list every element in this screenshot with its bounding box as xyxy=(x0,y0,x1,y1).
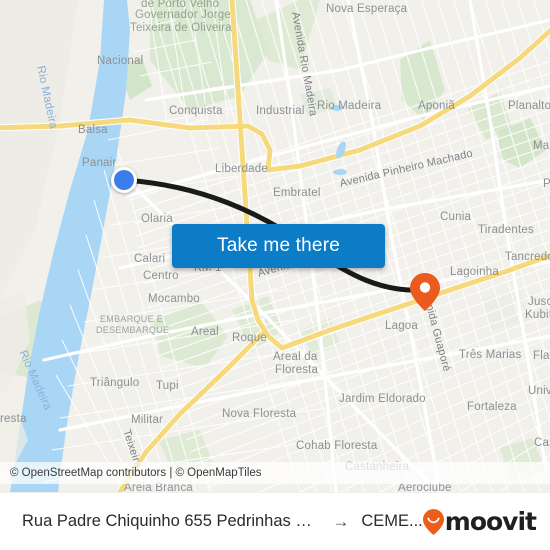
moovit-logo[interactable]: moovit xyxy=(422,507,537,536)
map-canvas[interactable]: de Porto Velho Governador Jorge Teixeira d… xyxy=(0,0,550,492)
origin-dot-icon[interactable] xyxy=(111,167,137,193)
attribution-text: © OpenStreetMap contributors | © OpenMap… xyxy=(10,467,262,479)
moovit-wordmark: moovit xyxy=(444,507,537,536)
moovit-map-screen: de Porto Velho Governador Jorge Teixeira d… xyxy=(0,0,550,550)
map-attribution: © OpenStreetMap contributors | © OpenMap… xyxy=(0,462,550,484)
route-origin-label: Rua Padre Chiquinho 655 Pedrinhas Port..… xyxy=(22,512,323,530)
map-pin-icon[interactable] xyxy=(410,273,440,311)
bottom-route-bar: Rua Padre Chiquinho 655 Pedrinhas Port..… xyxy=(0,492,550,550)
arrow-right-icon: → xyxy=(332,511,350,531)
moovit-pin-smile-icon xyxy=(422,508,444,535)
route-destination-label: CEME... xyxy=(361,512,423,530)
take-me-there-button[interactable]: Take me there xyxy=(172,224,385,268)
